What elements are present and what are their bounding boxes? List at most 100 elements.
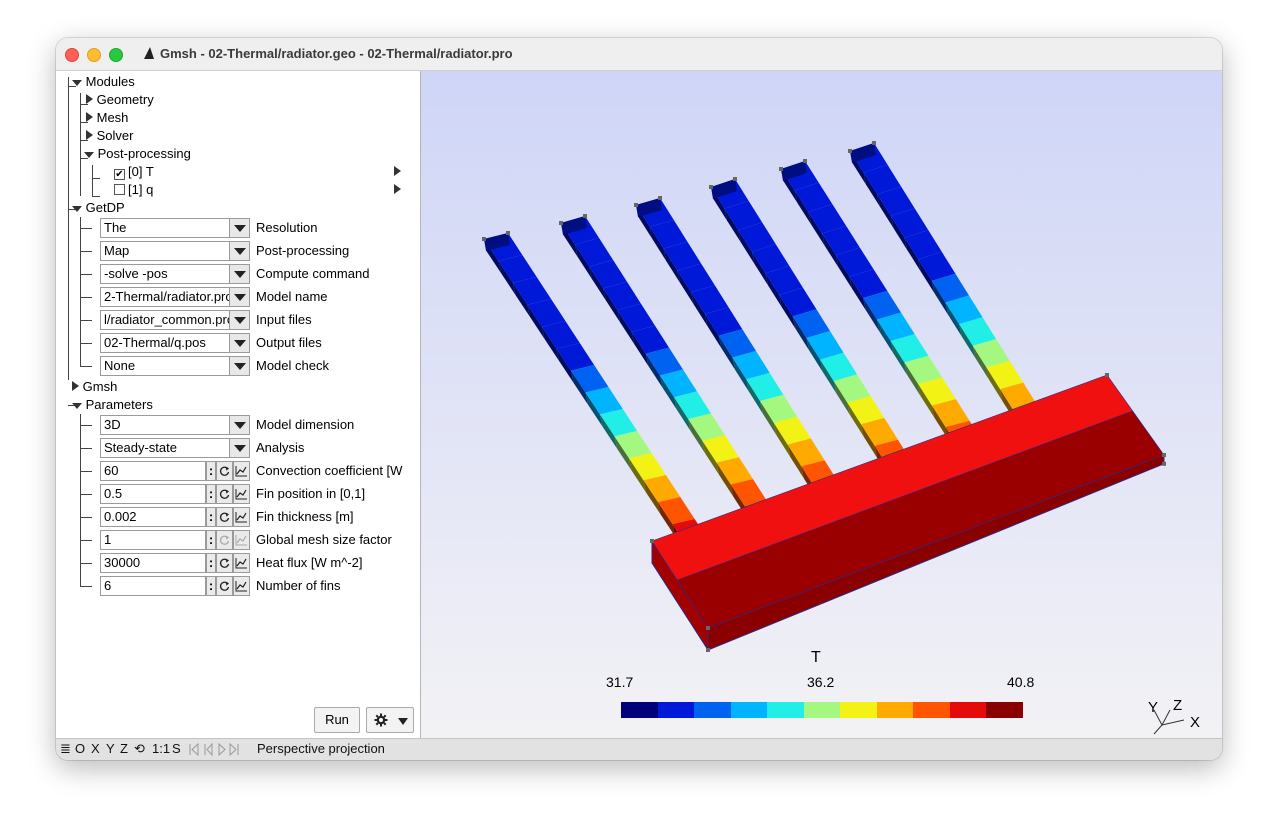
expand-arrow-icon[interactable]: [86, 130, 93, 140]
getdp-choice-6[interactable]: None: [100, 356, 250, 376]
dropdown-button[interactable]: [229, 288, 249, 306]
number-input[interactable]: 30000: [100, 553, 206, 573]
mesh-vertex-marker: [733, 177, 737, 181]
range-button[interactable]: :: [206, 484, 216, 504]
dropdown-button[interactable]: [229, 311, 249, 329]
loop-button[interactable]: [216, 507, 233, 527]
choice-value[interactable]: Map: [104, 242, 232, 260]
tree-item-gmsh[interactable]: Gmsh: [72, 378, 117, 396]
parameter-choice-0[interactable]: 3D: [100, 415, 250, 435]
graph-button[interactable]: [233, 576, 250, 596]
expand-arrow-icon[interactable]: [86, 112, 93, 122]
loop-button[interactable]: [216, 461, 233, 481]
number-input[interactable]: 0.002: [100, 507, 206, 527]
choice-value[interactable]: 02-Thermal/q.pos: [104, 334, 232, 352]
choice-value[interactable]: 3D: [104, 416, 232, 434]
menu-arrow-icon[interactable]: [394, 166, 401, 176]
graph-button[interactable]: [233, 461, 250, 481]
tree-item-getdp[interactable]: GetDP: [72, 199, 125, 217]
range-button[interactable]: :: [206, 530, 216, 550]
collapse-arrow-icon[interactable]: [72, 80, 82, 86]
menu-arrow-icon[interactable]: [394, 184, 401, 194]
tree-item-modules[interactable]: Modules: [72, 73, 135, 91]
loop-button[interactable]: [216, 530, 233, 550]
number-input[interactable]: 0.5: [100, 484, 206, 504]
range-button[interactable]: :: [206, 576, 216, 596]
getdp-choice-0[interactable]: The: [100, 218, 250, 238]
rotate-icon[interactable]: ⟲: [134, 741, 145, 757]
choice-value[interactable]: -solve -pos: [104, 265, 232, 283]
collapse-arrow-icon[interactable]: [72, 206, 82, 212]
parameter-number-3[interactable]: 1:: [100, 530, 250, 550]
graph-button[interactable]: [233, 553, 250, 573]
getdp-choice-2[interactable]: -solve -pos: [100, 264, 250, 284]
choice-value[interactable]: l/radiator_common.pro: [104, 311, 232, 329]
tree-item-view-1[interactable]: [1] q: [114, 181, 153, 199]
number-input[interactable]: 6: [100, 576, 206, 596]
graphics-window[interactable]: T 31.7 36.2 40.8 Y Z X: [421, 71, 1222, 738]
expand-arrow-icon[interactable]: [72, 381, 79, 391]
close-window-button[interactable]: [65, 48, 79, 62]
getdp-choice-4[interactable]: l/radiator_common.pro: [100, 310, 250, 330]
dropdown-button[interactable]: [229, 242, 249, 260]
snap-button[interactable]: S: [172, 741, 181, 756]
parameter-choice-1[interactable]: Steady-state: [100, 438, 250, 458]
number-input[interactable]: 60: [100, 461, 206, 481]
fin-top-face: [600, 409, 638, 437]
collapse-arrow-icon[interactable]: [72, 403, 82, 409]
parameter-number-0[interactable]: 60:: [100, 461, 250, 481]
getdp-choice-1[interactable]: Map: [100, 241, 250, 261]
tree-item-view-0[interactable]: ✔ [0] T: [114, 163, 154, 181]
choice-value[interactable]: The: [104, 219, 232, 237]
options-menu-button[interactable]: [366, 707, 414, 733]
choice-value[interactable]: Steady-state: [104, 439, 232, 457]
range-button[interactable]: :: [206, 507, 216, 527]
graph-button[interactable]: [233, 484, 250, 504]
view-z-button[interactable]: Z: [120, 741, 128, 756]
radiator-3d-view[interactable]: [421, 71, 1222, 738]
parameter-number-2[interactable]: 0.002:: [100, 507, 250, 527]
view-0-checkbox[interactable]: ✔: [114, 169, 125, 180]
dropdown-button[interactable]: [229, 357, 249, 375]
getdp-label-3: Model name: [256, 289, 328, 304]
tree-item-solver[interactable]: Solver: [86, 127, 133, 145]
number-input[interactable]: 1: [100, 530, 206, 550]
menu-icon[interactable]: ≣: [60, 741, 71, 757]
view-y-button[interactable]: Y: [106, 741, 115, 756]
getdp-choice-3[interactable]: 2-Thermal/radiator.pro: [100, 287, 250, 307]
getdp-choice-5[interactable]: 02-Thermal/q.pos: [100, 333, 250, 353]
parameter-number-1[interactable]: 0.5:: [100, 484, 250, 504]
graph-button[interactable]: [233, 507, 250, 527]
parameter-number-5[interactable]: 6:: [100, 576, 250, 596]
view-1-checkbox[interactable]: [114, 184, 125, 195]
view-1-menu-arrow-icon[interactable]: [394, 181, 401, 199]
view-origin-button[interactable]: O: [75, 741, 85, 756]
dropdown-button[interactable]: [229, 265, 249, 283]
dropdown-button[interactable]: [229, 416, 249, 434]
view-0-menu-arrow-icon[interactable]: [394, 163, 401, 181]
loop-button[interactable]: [216, 576, 233, 596]
scale-button[interactable]: 1:1: [152, 741, 170, 756]
collapse-arrow-icon[interactable]: [84, 152, 94, 158]
zoom-window-button[interactable]: [109, 48, 123, 62]
parameter-number-4[interactable]: 30000:: [100, 553, 250, 573]
dropdown-button[interactable]: [229, 439, 249, 457]
tree-item-parameters[interactable]: Parameters: [72, 396, 153, 414]
loop-button[interactable]: [216, 553, 233, 573]
choice-value[interactable]: None: [104, 357, 232, 375]
dropdown-button[interactable]: [229, 219, 249, 237]
view-x-button[interactable]: X: [91, 741, 100, 756]
tree-item-mesh[interactable]: Mesh: [86, 109, 128, 127]
run-button[interactable]: Run: [314, 707, 360, 733]
range-button[interactable]: :: [206, 553, 216, 573]
getdp-label-2: Compute command: [256, 266, 370, 281]
minimize-window-button[interactable]: [87, 48, 101, 62]
dropdown-button[interactable]: [229, 334, 249, 352]
range-button[interactable]: :: [206, 461, 216, 481]
graph-button[interactable]: [233, 530, 250, 550]
loop-button[interactable]: [216, 484, 233, 504]
tree-item-postprocessing[interactable]: Post-processing: [84, 145, 191, 163]
choice-value[interactable]: 2-Thermal/radiator.pro: [104, 288, 232, 306]
tree-item-geometry[interactable]: Geometry: [86, 91, 154, 109]
expand-arrow-icon[interactable]: [86, 94, 93, 104]
